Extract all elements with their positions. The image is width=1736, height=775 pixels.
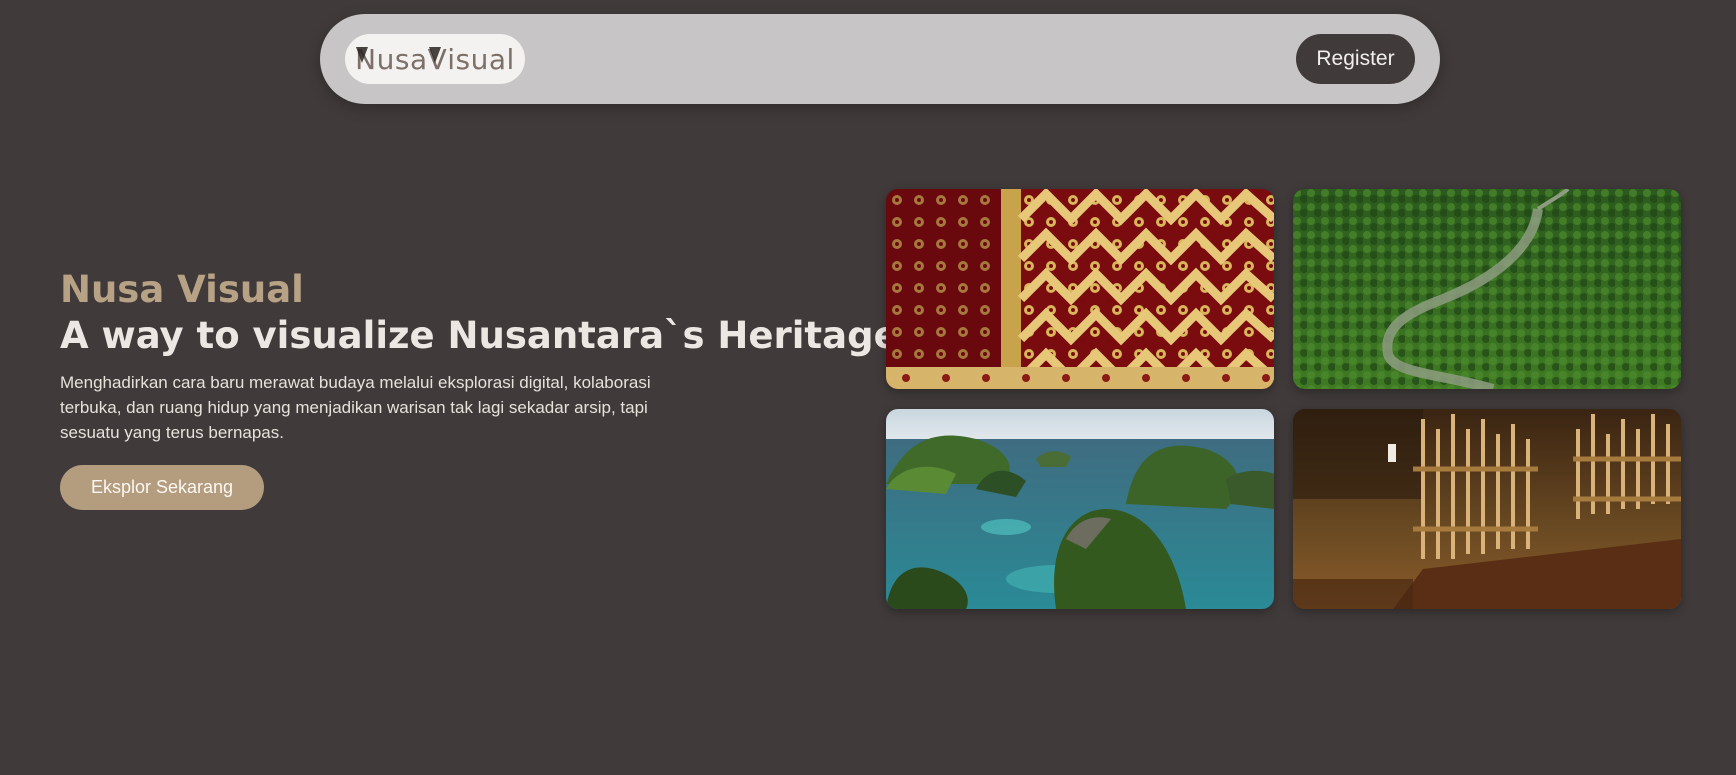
- logo-text-isual: isual: [447, 42, 515, 76]
- gallery-image-islands: [886, 409, 1274, 609]
- explore-button[interactable]: Eksplor Sekarang: [60, 465, 264, 510]
- navbar: NusaVisual Register: [320, 14, 1440, 104]
- hero-brand: Nusa Visual: [60, 268, 304, 311]
- logo-mark-v: V: [427, 42, 448, 76]
- logo-text-usa: usa: [376, 42, 428, 76]
- gallery-image-songket: [886, 189, 1274, 389]
- logo[interactable]: NusaVisual: [345, 34, 525, 84]
- register-button[interactable]: Register: [1296, 34, 1415, 84]
- hero-description: Menghadirkan cara baru merawat budaya me…: [60, 373, 651, 442]
- hero-title: A way to visualize Nusantara`s Heritage: [60, 314, 899, 357]
- gallery-image-rainforest: [1293, 189, 1681, 389]
- gallery-image-angklung: [1293, 409, 1681, 609]
- logo-mark-n: N: [355, 42, 377, 76]
- logo-text: NusaVisual: [355, 43, 515, 76]
